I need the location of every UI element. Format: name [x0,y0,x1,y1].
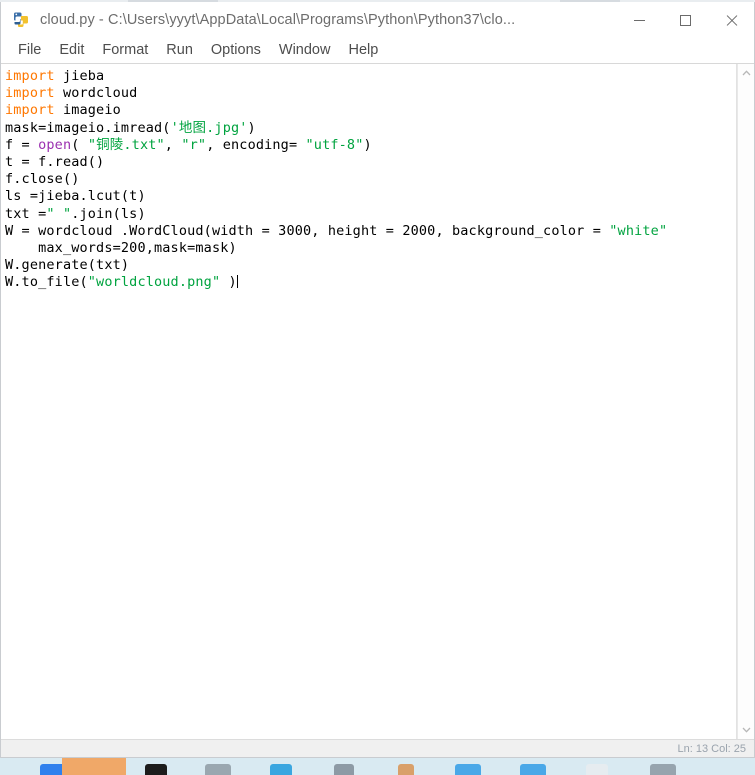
code-token: ) [247,119,256,136]
chevron-up-icon[interactable] [738,64,755,82]
python-idle-icon [12,10,30,29]
code-token: f = [5,136,39,153]
code-token: import [5,85,55,102]
title-bar[interactable]: cloud.py - C:\Users\yyyt\AppData\Local\P… [1,2,754,38]
code-token: ) [220,274,237,291]
taskbar-icon-black[interactable] [145,764,167,775]
code-line: mask=imageio.imread('地图.jpg') [5,120,736,137]
menu-bar: File Edit Format Run Options Window Help [1,38,754,64]
code-token: .join(ls) [71,205,146,222]
code-line: W.generate(txt) [5,257,736,274]
minimize-icon [633,19,645,21]
status-bar: Ln: 13 Col: 25 [1,739,754,757]
code-token: ) [363,136,372,153]
code-token: import [5,102,55,119]
screen: cloud.py - C:\Users\yyyt\AppData\Local\P… [0,0,755,775]
code-token: wordcloud [54,85,138,102]
code-token: jieba [54,68,105,84]
code-line: ls =jieba.lcut(t) [5,188,736,205]
code-line: t = f.read() [5,154,736,171]
code-token: , encoding= [206,136,306,153]
desktop-taskbar[interactable] [0,758,755,775]
scrollbar-track[interactable] [738,82,755,721]
taskbar-icon-doc[interactable] [205,764,231,775]
chevron-down-icon[interactable] [738,721,755,739]
menu-item-window[interactable]: Window [270,40,340,61]
code-token: txt = [5,205,47,222]
close-button[interactable] [708,2,754,38]
code-line: f = open( "铜陵.txt", "r", encoding= "utf-… [5,137,736,154]
code-token: W.generate(txt) [5,257,130,274]
menu-item-file[interactable]: File [9,40,50,61]
code-line: f.close() [5,171,736,188]
menu-item-run[interactable]: Run [157,40,202,61]
code-token: imageio [54,102,121,119]
close-icon [725,14,738,27]
window-title: cloud.py - C:\Users\yyyt\AppData\Local\P… [40,11,516,28]
code-line: import jieba [5,68,736,85]
code-token: "utf-8" [305,136,364,153]
code-line: import imageio [5,102,736,119]
taskbar-icon-blue-circle[interactable] [270,764,292,775]
editor-area: import jieba import wordcloud import image… [1,64,754,739]
menu-item-format[interactable]: Format [93,40,157,61]
code-token: open [38,136,72,153]
code-token: " " [46,205,72,222]
code-token: mask=imageio.imread( [5,119,171,136]
code-token: , [164,136,182,153]
code-token: "铜陵.txt" [87,136,165,153]
code-token: t = f.read() [5,153,105,170]
taskbar-icon-cloud-2[interactable] [520,764,546,775]
code-token: ( [71,136,88,153]
code-token: ls =jieba.lcut(t) [5,188,146,205]
code-line: W = wordcloud .WordCloud(width = 3000, h… [5,223,736,240]
window-controls [616,2,754,38]
code-token: W = wordcloud .WordCloud(width = 3000, h… [5,222,610,239]
taskbar-tile-orange[interactable] [62,758,126,775]
maximize-button[interactable] [662,2,708,38]
cursor-position-label: Ln: 13 Col: 25 [677,742,747,755]
taskbar-icon-cloud-1[interactable] [455,764,481,775]
taskbar-icon-grey-2[interactable] [650,764,676,775]
idle-editor-window: cloud.py - C:\Users\yyyt\AppData\Local\P… [0,2,755,758]
taskbar-icon-white[interactable] [586,764,608,775]
taskbar-icon-tan[interactable] [398,764,414,775]
maximize-icon [679,14,691,26]
code-token: max_words=200,mask=mask) [5,239,237,256]
code-line: max_words=200,mask=mask) [5,240,736,257]
code-token: import [5,68,55,84]
code-text-area[interactable]: import jieba import wordcloud import image… [1,64,737,739]
code-line: W.to_file("worldcloud.png" ) [5,274,736,291]
code-token: W.to_file( [5,274,88,291]
code-token: '地图.jpg' [170,119,248,136]
taskbar-icon-grey[interactable] [334,764,354,775]
code-token: f.close() [5,171,80,188]
code-token: "white" [609,222,668,239]
code-line: import wordcloud [5,85,736,102]
source-code: import jieba import wordcloud import image… [5,68,736,291]
minimize-button[interactable] [616,2,662,38]
menu-item-help[interactable]: Help [339,40,387,61]
code-token: "r" [181,136,207,153]
code-line: txt =" ".join(ls) [5,206,736,223]
vertical-scrollbar[interactable] [737,64,754,739]
code-token: "worldcloud.png" [87,274,221,291]
menu-item-options[interactable]: Options [202,40,270,61]
text-caret [236,275,238,289]
menu-item-edit[interactable]: Edit [50,40,93,61]
